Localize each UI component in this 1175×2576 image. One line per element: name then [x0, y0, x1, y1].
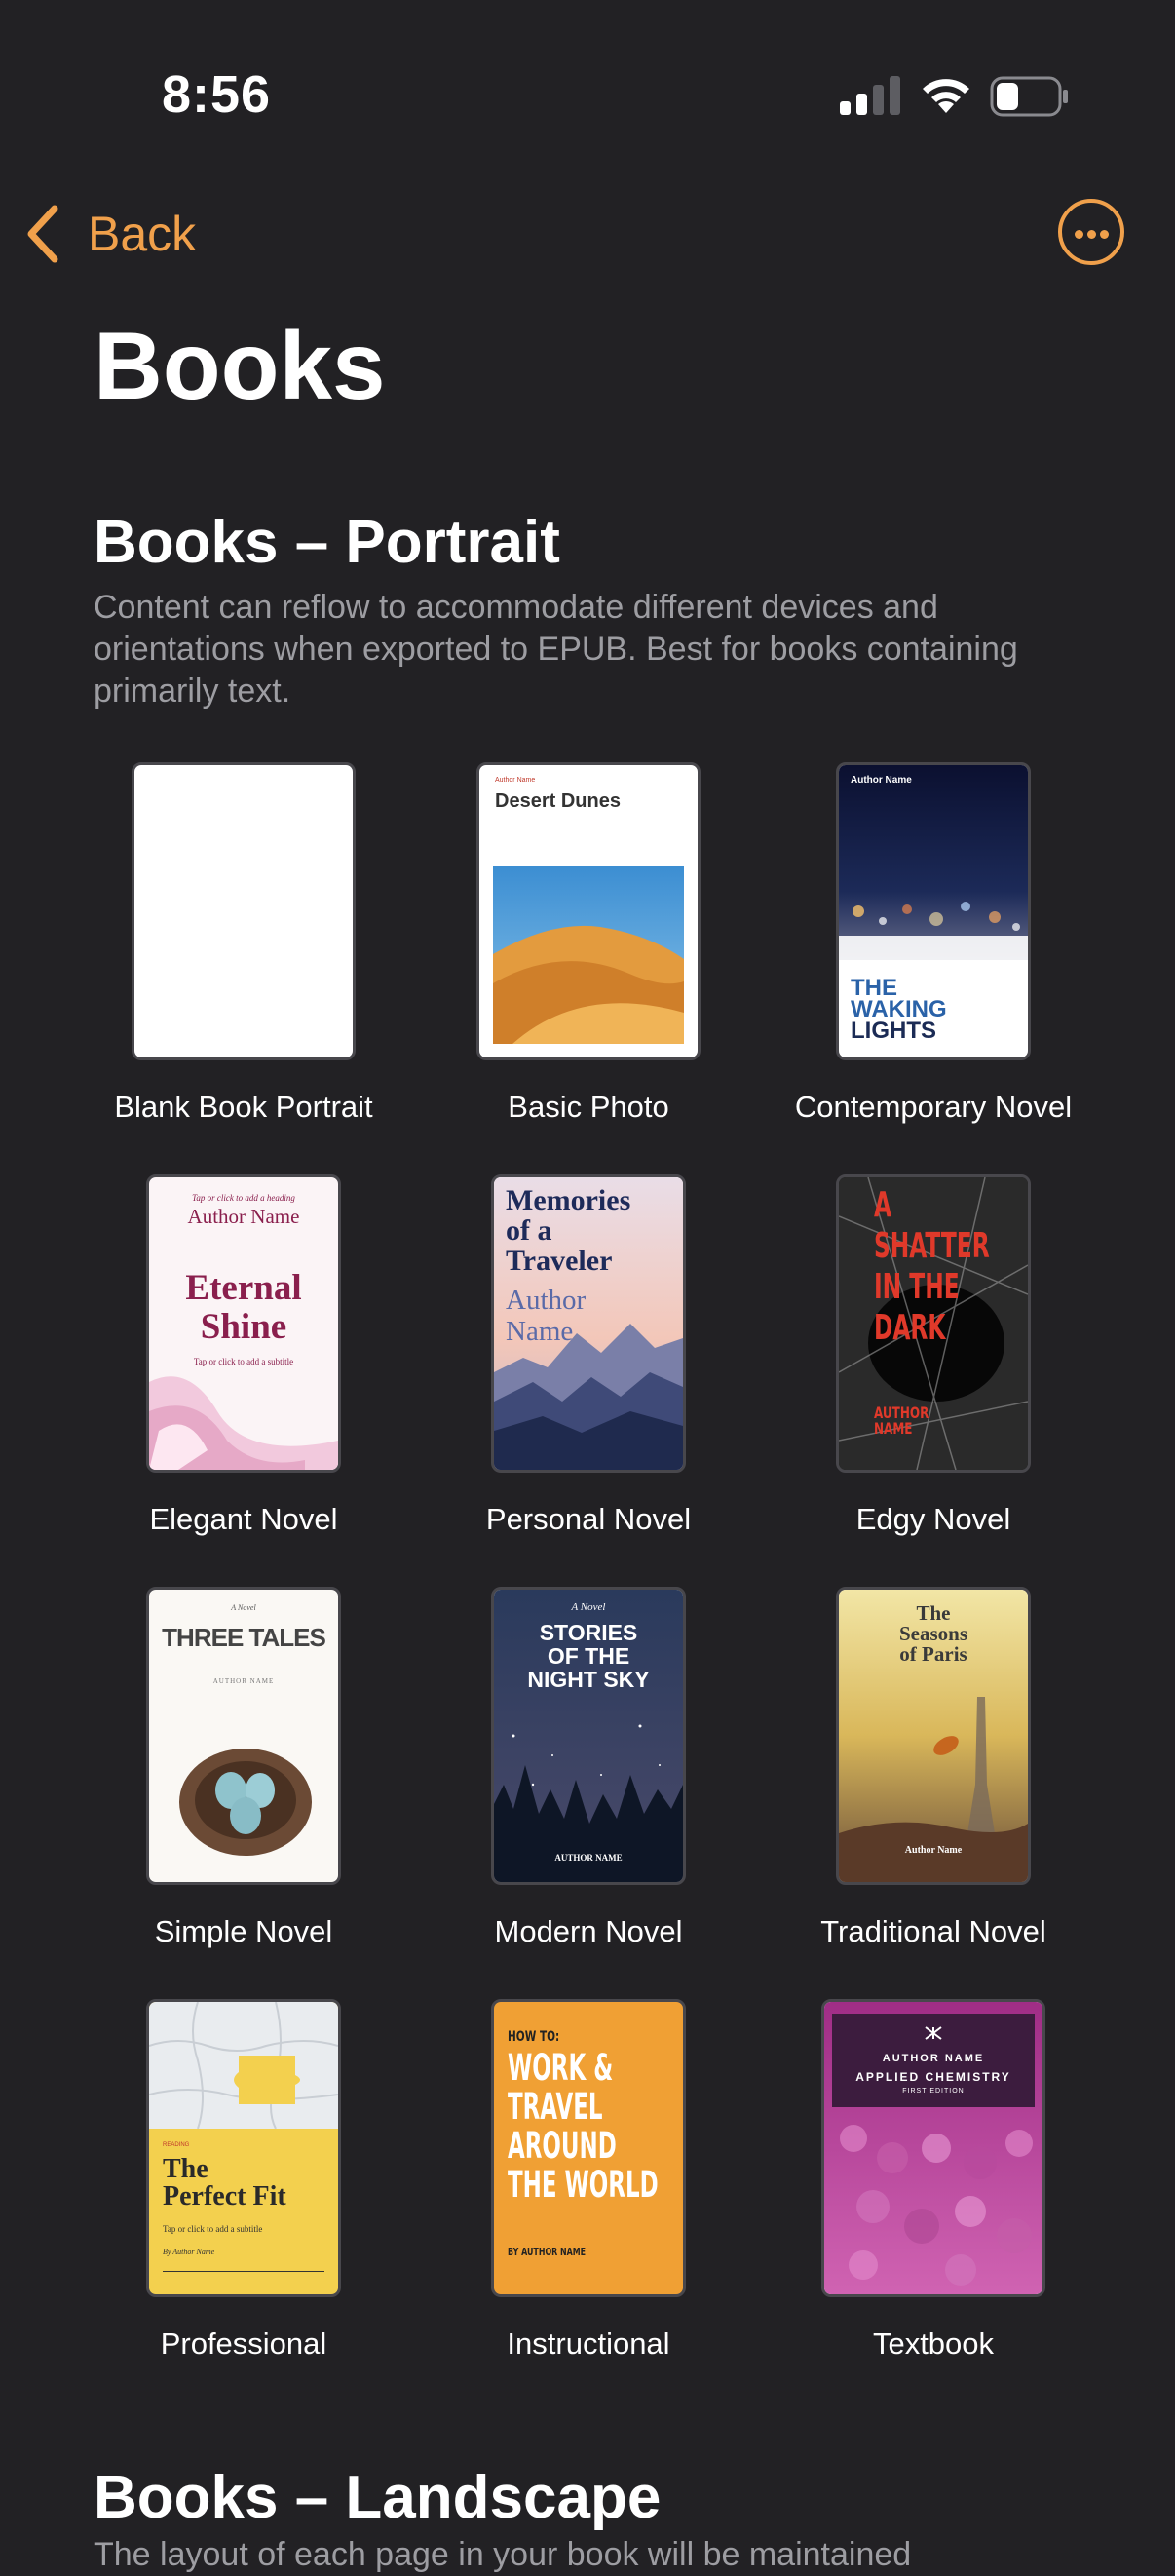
template-elegant-novel[interactable]: Tap or click to add a heading Author Nam…: [71, 1174, 416, 1537]
template-modern-novel[interactable]: A Novel STORIES OF THE NIGHT SKY AUTHOR …: [416, 1587, 761, 1949]
template-label: Traditional Novel: [820, 1914, 1046, 1948]
template-label: Elegant Novel: [149, 1502, 338, 1536]
battery-icon: [990, 76, 1070, 117]
template-thumbnail: [132, 762, 356, 1060]
template-thumbnail: A Novel THREE TALES AUTHOR NAME: [146, 1587, 341, 1885]
template-thumbnail: HOW TO: WORK & TRAVEL AROUND THE WORLD B…: [491, 1999, 686, 2297]
template-label: Simple Novel: [154, 1914, 333, 1948]
template-simple-novel[interactable]: A Novel THREE TALES AUTHOR NAME Simple N…: [71, 1587, 416, 1949]
section-title-portrait: Books – Portrait: [94, 509, 560, 576]
puzzle-image: [149, 2002, 338, 2129]
template-label: Contemporary Novel: [794, 1090, 1073, 1124]
template-blank-book-portrait[interactable]: Blank Book Portrait: [71, 762, 416, 1125]
template-thumbnail: Memories of a Traveler Author Name: [491, 1174, 686, 1473]
status-bar: 8:56: [0, 0, 1175, 185]
template-edgy-novel[interactable]: A SHATTER IN THE DARK AUTHOR NAME Edgy N…: [761, 1174, 1106, 1537]
section-title-landscape: Books – Landscape: [94, 2464, 662, 2531]
template-traditional-novel[interactable]: The Seasons of Paris Author Name Traditi…: [761, 1587, 1106, 1949]
status-time: 8:56: [162, 65, 272, 124]
template-thumbnail: Author Name Desert Dunes: [476, 762, 701, 1060]
section-description-portrait: Content can reflow to accommodate differ…: [94, 589, 1018, 710]
template-professional[interactable]: READING The Perfect Fit Tap or click to …: [71, 1999, 416, 2362]
template-label: Instructional: [507, 2326, 670, 2361]
template-thumbnail: Tap or click to add a heading Author Nam…: [146, 1174, 341, 1473]
template-label: Modern Novel: [494, 1914, 683, 1948]
template-thumbnail: A Novel STORIES OF THE NIGHT SKY AUTHOR …: [491, 1587, 686, 1885]
template-thumbnail: The Seasons of Paris Author Name: [836, 1587, 1031, 1885]
template-label: Edgy Novel: [855, 1502, 1011, 1536]
template-label: Professional: [160, 2326, 327, 2361]
template-label: Textbook: [872, 2326, 995, 2361]
template-textbook[interactable]: AUTHOR NAME APPLIED CHEMISTRY FIRST EDIT…: [761, 1999, 1106, 2362]
chevron-left-icon: [27, 205, 58, 263]
template-thumbnail: A SHATTER IN THE DARK AUTHOR NAME: [836, 1174, 1031, 1473]
navigation-bar: Back: [0, 185, 1175, 292]
nest-image: [179, 1749, 312, 1856]
ellipsis-circle-icon[interactable]: [1058, 199, 1124, 265]
back-button[interactable]: Back: [23, 199, 196, 269]
template-label: Basic Photo: [508, 1090, 669, 1124]
page-title: Books: [94, 312, 386, 419]
template-personal-novel[interactable]: Memories of a Traveler Author Name Perso…: [416, 1174, 761, 1537]
template-thumbnail: AUTHOR NAME APPLIED CHEMISTRY FIRST EDIT…: [821, 1999, 1045, 2297]
wifi-icon: [920, 72, 972, 115]
cellular-signal-icon: [840, 76, 900, 115]
template-instructional[interactable]: HOW TO: WORK & TRAVEL AROUND THE WORLD B…: [416, 1999, 761, 2362]
template-thumbnail: READING The Perfect Fit Tap or click to …: [146, 1999, 341, 2297]
desert-photo: [493, 866, 684, 1044]
template-label: Blank Book Portrait: [114, 1090, 373, 1124]
template-contemporary-novel[interactable]: Author Name THE WAKING LIGHTS Contempora…: [761, 762, 1106, 1125]
template-thumbnail: Author Name THE WAKING LIGHTS: [836, 762, 1031, 1060]
template-basic-photo[interactable]: Author Name Desert Dunes Basic Photo: [416, 762, 761, 1125]
template-label: Personal Novel: [485, 1502, 692, 1536]
back-label: Back: [88, 207, 197, 261]
